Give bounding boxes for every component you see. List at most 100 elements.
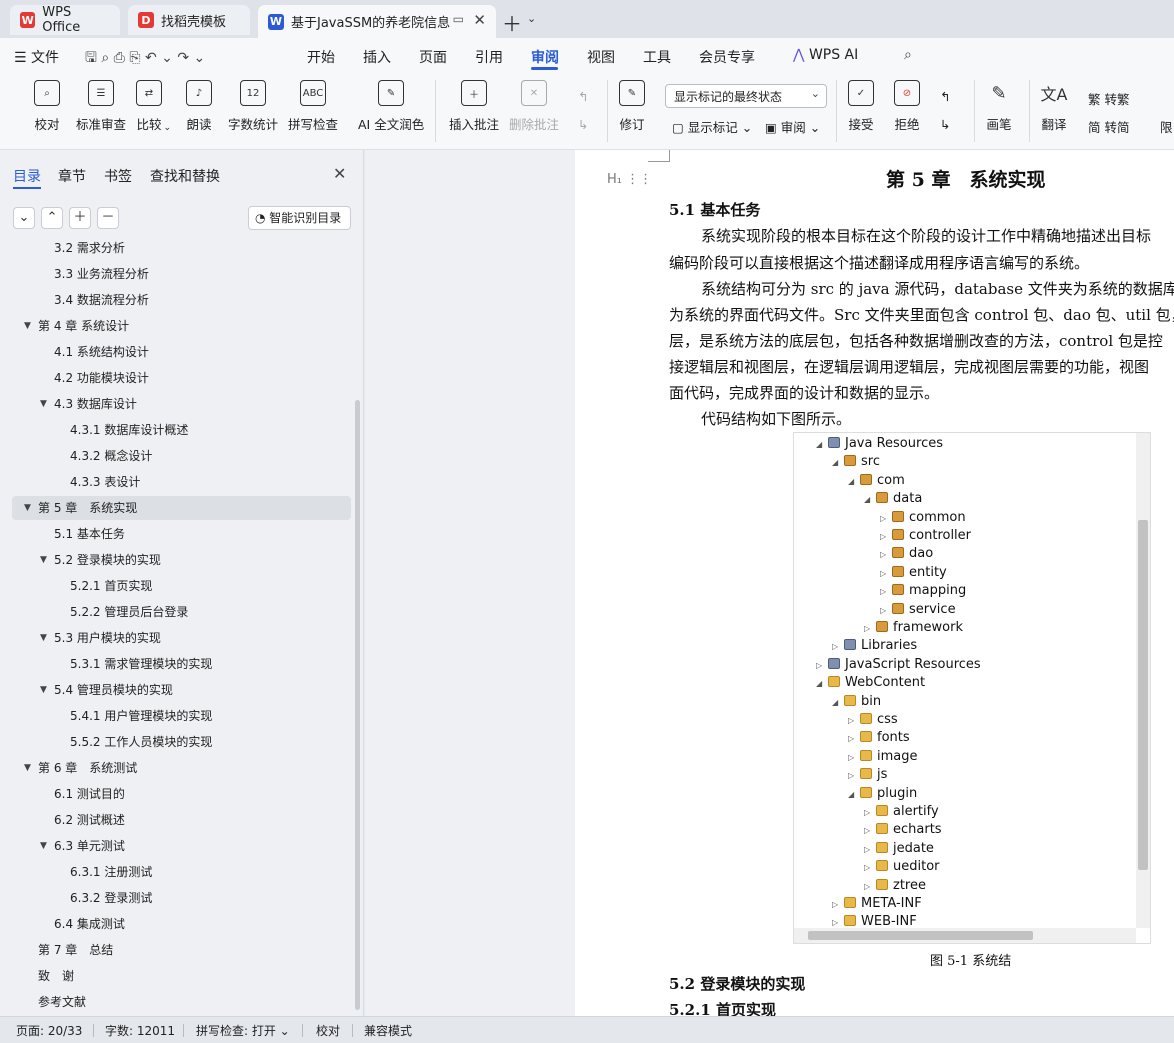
next-comment-icon[interactable]: ↳	[578, 117, 588, 132]
close-icon[interactable]: ✕	[333, 164, 346, 183]
toc-item[interactable]: 5.4.1 用户管理模块的实现	[12, 704, 351, 728]
pen-button[interactable]: ✎ 画笔	[986, 80, 1012, 133]
tree-node: ▷ ueditor	[864, 858, 940, 876]
toc-item[interactable]: 致 谢	[12, 964, 351, 988]
proofread-status[interactable]: 校对	[316, 1022, 340, 1039]
menu-tools[interactable]: 工具	[643, 47, 671, 67]
collapse-icon[interactable]: ⌄	[13, 207, 35, 229]
page-indicator[interactable]: 页面: 20/33	[16, 1022, 82, 1039]
delete-comment-button[interactable]: ✕ 删除批注	[509, 80, 559, 133]
menu-view[interactable]: 视图	[587, 47, 615, 67]
expand-toggle-icon[interactable]: ▼	[40, 626, 47, 650]
to-traditional-button[interactable]: 繁 转繁	[1088, 89, 1130, 108]
toc-item[interactable]: 6.3.1 注册测试	[12, 860, 351, 884]
add-heading-icon[interactable]: ＋	[69, 207, 91, 229]
expand-icon[interactable]: ⌃	[41, 207, 63, 229]
toc-item[interactable]: 5.2.1 首页实现	[12, 574, 351, 598]
toc-item[interactable]: ▼ 5.2 登录模块的实现	[12, 548, 351, 572]
new-tab-icon[interactable]: ＋	[502, 8, 522, 37]
toc-item[interactable]: ▼ 5.3 用户模块的实现	[12, 626, 351, 650]
toc-item[interactable]: ▼ 5.4 管理员模块的实现	[12, 678, 351, 702]
insert-comment-button[interactable]: ＋插入批注	[449, 80, 499, 133]
toc-item[interactable]: 6.1 测试目的	[12, 782, 351, 806]
tab-document[interactable]: W 基于JavaSSM的养老院信息管 ▭ ✕	[258, 5, 496, 38]
to-simplified-button[interactable]: 简 转简	[1088, 117, 1130, 136]
tab-docer-templates[interactable]: D 找稻壳模板	[128, 5, 250, 35]
heading-drag-icon[interactable]: H₁ ⋮⋮	[607, 172, 652, 187]
toc-item[interactable]: 第 7 章 总结	[12, 938, 351, 962]
toc-item[interactable]: 6.4 集成测试	[12, 912, 351, 936]
ai-polish-button[interactable]: ✎ AI 全文润色	[358, 80, 424, 133]
word-count-button[interactable]: 12 字数统计	[228, 80, 278, 133]
toc-item[interactable]: 5.3.1 需求管理模块的实现	[12, 652, 351, 676]
menu-review[interactable]: 审阅	[531, 47, 559, 67]
proofread-button[interactable]: ⌕ 校对	[34, 80, 60, 133]
toc-item[interactable]: ▼ 6.3 单元测试	[12, 834, 351, 858]
prev-comment-icon[interactable]: ↰	[578, 89, 588, 104]
expand-toggle-icon[interactable]: ▼	[40, 678, 47, 702]
toc-item[interactable]: 4.2 功能模块设计	[12, 366, 351, 390]
search-icon[interactable]: ⌕	[904, 47, 912, 63]
toc-item[interactable]: ▼ 第 5 章 系统实现	[12, 496, 351, 520]
chevron-down-icon[interactable]: ⌄	[527, 12, 536, 25]
toc-item[interactable]: 5.1 基本任务	[12, 522, 351, 546]
expand-toggle-icon[interactable]: ▼	[24, 756, 31, 780]
menu-start[interactable]: 开始	[307, 47, 335, 67]
expand-toggle-icon[interactable]: ▼	[40, 392, 47, 416]
prev-change-icon[interactable]: ↰	[940, 89, 950, 104]
read-aloud-button[interactable]: ♪ 朗读	[186, 80, 212, 133]
spell-check-button[interactable]: ABC 拼写检查	[288, 80, 338, 133]
toc-item[interactable]: 3.2 需求分析	[12, 236, 351, 260]
toc-item[interactable]: 4.3.3 表设计	[12, 470, 351, 494]
scrollbar[interactable]	[355, 400, 360, 1010]
tab-find-replace[interactable]: 查找和替换	[150, 166, 220, 186]
menu-page[interactable]: 页面	[419, 47, 447, 67]
restrict-editing-button[interactable]: 限	[1160, 117, 1173, 136]
monitor-icon[interactable]: ▭	[453, 12, 464, 26]
menu-insert[interactable]: 插入	[363, 47, 391, 67]
toc-item[interactable]: 5.5.2 工作人员模块的实现	[12, 730, 351, 754]
menu-wps-ai[interactable]: ⋀ WPS AI	[793, 47, 858, 63]
review-pane-dropdown[interactable]: ▣ 审阅 ⌄	[765, 117, 820, 136]
toc-item[interactable]: 4.3.1 数据库设计概述	[12, 418, 351, 442]
markup-state-select[interactable]: 显示标记的最终状态 ⌄	[665, 84, 827, 108]
package-icon	[860, 473, 872, 485]
tab-bookmarks[interactable]: 书签	[104, 166, 132, 186]
tab-wps-office[interactable]: W WPS Office	[10, 5, 120, 35]
next-change-icon[interactable]: ↳	[940, 117, 950, 132]
toc-item[interactable]: 3.4 数据流程分析	[12, 288, 351, 312]
accept-button[interactable]: ✓ 接受	[848, 80, 874, 133]
tab-sections[interactable]: 章节	[58, 166, 86, 186]
toc-item[interactable]: ▼ 4.3 数据库设计	[12, 392, 351, 416]
toc-item[interactable]: 4.3.2 概念设计	[12, 444, 351, 468]
show-markup-dropdown[interactable]: ▢ 显示标记 ⌄	[672, 117, 752, 136]
expand-toggle-icon[interactable]: ▼	[40, 834, 47, 858]
menu-file[interactable]: ☰ 文件	[14, 47, 59, 67]
toc-item[interactable]: 3.3 业务流程分析	[12, 262, 351, 286]
expand-toggle-icon[interactable]: ▼	[24, 314, 31, 338]
menu-references[interactable]: 引用	[475, 47, 503, 67]
track-changes-button[interactable]: ✎ 修订	[619, 80, 645, 133]
compare-button[interactable]: ⇄ 比较 ⌄	[136, 80, 171, 133]
toc-item[interactable]: 5.2.2 管理员后台登录	[12, 600, 351, 624]
toc-item[interactable]: 参考文献	[12, 990, 351, 1014]
toc-item[interactable]: ▼ 第 6 章 系统测试	[12, 756, 351, 780]
expand-toggle-icon[interactable]: ▼	[24, 496, 31, 520]
reject-button[interactable]: ⊘ 拒绝	[894, 80, 920, 133]
toc-item[interactable]: ▼ 第 4 章 系统设计	[12, 314, 351, 338]
expand-toggle-icon[interactable]: ▼	[40, 548, 47, 572]
quick-access-icons[interactable]: 🖫 ⌕ ⎙ ⎘ ↶ ⌄ ↷ ⌄	[85, 47, 205, 71]
spell-check-status[interactable]: 拼写检查: 打开 ⌄	[196, 1022, 290, 1039]
smart-toc-button[interactable]: ◔ 智能识别目录	[248, 206, 351, 230]
toc-item[interactable]: 6.2 测试概述	[12, 808, 351, 832]
translate-button[interactable]: 文A 翻译	[1041, 80, 1068, 133]
toc-item[interactable]: 6.3.2 登录测试	[12, 886, 351, 910]
word-count[interactable]: 字数: 12011	[105, 1022, 175, 1039]
toc-item[interactable]: 4.1 系统结构设计	[12, 340, 351, 364]
menu-member[interactable]: 会员专享	[699, 47, 755, 67]
remove-heading-icon[interactable]: －	[97, 207, 119, 229]
tree-node-label: src	[861, 454, 880, 470]
tab-toc[interactable]: 目录	[13, 166, 41, 186]
standard-review-button[interactable]: ☰ 标准审查	[76, 80, 126, 133]
close-tab-icon[interactable]: ✕	[473, 11, 486, 29]
